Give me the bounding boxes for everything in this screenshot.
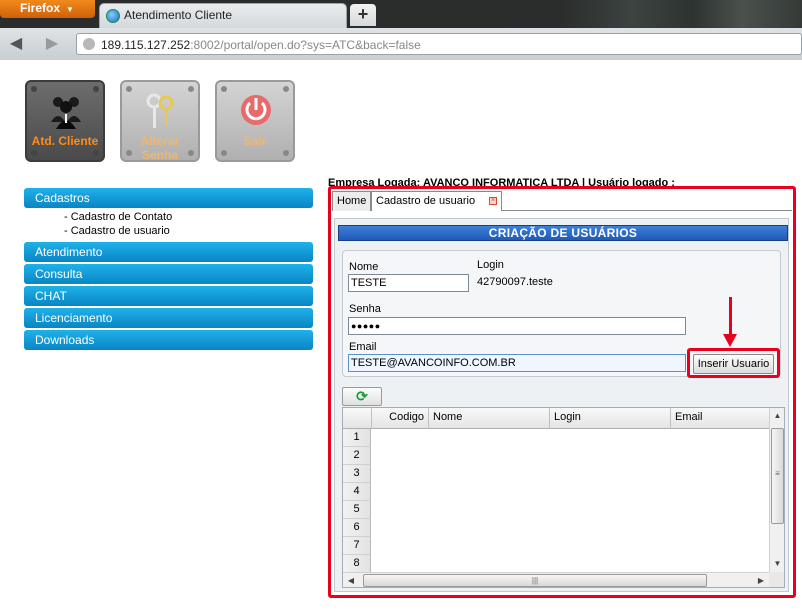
grid-horizontal-scrollbar[interactable]: ◀ ||| ▶	[343, 572, 769, 587]
email-input[interactable]: TESTE@AVANCOINFO.COM.BR	[348, 354, 686, 372]
nome-input[interactable]: TESTE	[348, 274, 469, 292]
alterar-senha-button[interactable]: Alterar Senha	[120, 80, 200, 162]
grid-row-number[interactable]: 2	[343, 447, 371, 465]
menu-section-cadastros[interactable]: Cadastros	[24, 188, 313, 208]
email-label: Email	[349, 341, 377, 353]
users-group-icon	[51, 97, 81, 129]
sair-button[interactable]: Sair	[215, 80, 295, 162]
screw-decoration	[31, 150, 37, 156]
grid-row-number[interactable]: 7	[343, 537, 371, 555]
grid-header-email[interactable]: Email	[671, 408, 769, 429]
annotation-arrow-head	[723, 334, 737, 347]
menu-section-atendimento[interactable]: Atendimento	[24, 242, 313, 262]
vertical-scroll-thumb[interactable]: ≡	[771, 428, 784, 524]
grid-vertical-scrollbar[interactable]: ▲ ≡ ▼	[769, 408, 784, 572]
content-tabs: Home Cadastro de usuario ×	[332, 190, 792, 211]
annotation-arrow	[729, 297, 732, 337]
refresh-icon: ⟳	[356, 388, 368, 404]
sair-label: Sair	[243, 134, 267, 148]
menu-item-cadastro-usuario[interactable]: - Cadastro de usuario	[64, 224, 313, 238]
scroll-left-icon[interactable]: ◀	[343, 573, 359, 587]
horizontal-scroll-thumb[interactable]: |||	[363, 574, 707, 587]
screw-decoration	[31, 86, 37, 92]
menu-section-consulta[interactable]: Consulta	[24, 264, 313, 284]
tab-cadastro-usuario-label: Cadastro de usuario	[376, 195, 476, 207]
grid-header-codigo[interactable]: Codigo	[372, 408, 429, 429]
senha-label: Senha	[349, 303, 381, 315]
screw-decoration	[93, 150, 99, 156]
scroll-right-icon[interactable]: ▶	[753, 573, 769, 587]
sidebar-menu: Cadastros - Cadastro de Contato - Cadast…	[24, 188, 313, 352]
users-grid: Codigo Nome Login Email 1 2 3 4 5 6 7 8 …	[342, 407, 785, 588]
screw-decoration	[188, 86, 194, 92]
screw-decoration	[283, 86, 289, 92]
atendimento-cliente-button[interactable]: Atd. Cliente	[25, 80, 105, 162]
screw-decoration	[126, 86, 132, 92]
grid-row-number[interactable]: 4	[343, 483, 371, 501]
grid-row-number[interactable]: 6	[343, 519, 371, 537]
url-text: 189.115.127.252:8002/portal/open.do?sys=…	[101, 38, 421, 52]
scroll-up-icon[interactable]: ▲	[770, 408, 784, 424]
atendimento-cliente-label: Atd. Cliente	[31, 134, 99, 148]
screw-decoration	[93, 86, 99, 92]
forward-arrow-icon[interactable]: ▶	[42, 35, 62, 53]
scrollbar-corner	[769, 572, 784, 587]
grid-row-number[interactable]: 1	[343, 429, 371, 447]
browser-tab-active[interactable]: Atendimento Cliente	[99, 3, 347, 28]
login-value: 42790097.teste	[477, 276, 553, 288]
grid-row-number[interactable]: 5	[343, 501, 371, 519]
firefox-menu-label: Firefox	[20, 1, 61, 15]
grid-header-login[interactable]: Login	[550, 408, 671, 429]
navigation-bar: ◀ ▶ 189.115.127.252:8002/portal/open.do?…	[0, 28, 802, 60]
menu-section-chat[interactable]: CHAT	[24, 286, 313, 306]
scroll-down-icon[interactable]: ▼	[770, 556, 784, 572]
grid-row-number[interactable]: 8	[343, 555, 371, 573]
menu-section-licenciamento[interactable]: Licenciamento	[24, 308, 313, 328]
form-title: CRIAÇÃO DE USUÁRIOS	[338, 225, 788, 241]
tab-home-label: Home	[337, 195, 367, 207]
grid-header: Codigo Nome Login Email	[343, 408, 769, 429]
chevron-down-icon: ▼	[66, 5, 74, 14]
login-label: Login	[477, 259, 504, 271]
screw-decoration	[221, 86, 227, 92]
nome-label: Nome	[349, 261, 379, 273]
menu-subitems: - Cadastro de Contato - Cadastro de usua…	[24, 210, 313, 238]
alterar-senha-label: Alterar Senha	[140, 134, 180, 162]
firefox-menu-button[interactable]: Firefox ▼	[0, 0, 95, 18]
refresh-button[interactable]: ⟳	[342, 387, 382, 406]
grid-header-nome[interactable]: Nome	[429, 408, 550, 429]
browser-tab-title: Atendimento Cliente	[124, 8, 233, 22]
menu-item-cadastro-contato[interactable]: - Cadastro de Contato	[64, 210, 313, 224]
tab-home[interactable]: Home	[332, 191, 372, 211]
grid-row-number[interactable]: 3	[343, 465, 371, 483]
grid-header-rownum	[343, 408, 372, 429]
screw-decoration	[221, 150, 227, 156]
close-tab-icon[interactable]: ×	[489, 197, 498, 206]
site-identity-icon[interactable]	[83, 38, 95, 50]
inserir-usuario-button[interactable]: Inserir Usuario	[693, 354, 774, 374]
keys-icon	[146, 93, 174, 128]
power-icon	[241, 95, 271, 125]
url-bar[interactable]: 189.115.127.252:8002/portal/open.do?sys=…	[76, 33, 802, 55]
screw-decoration	[283, 150, 289, 156]
globe-icon	[106, 9, 120, 23]
senha-input[interactable]: ●●●●●	[348, 317, 686, 335]
tab-cadastro-usuario[interactable]: Cadastro de usuario ×	[371, 191, 503, 211]
menu-section-downloads[interactable]: Downloads	[24, 330, 313, 350]
back-arrow-icon[interactable]: ◀	[6, 35, 26, 53]
browser-chrome: Firefox ▼ Atendimento Cliente + ◀ ▶ 189.1…	[0, 0, 802, 60]
new-tab-button[interactable]: +	[350, 4, 376, 26]
